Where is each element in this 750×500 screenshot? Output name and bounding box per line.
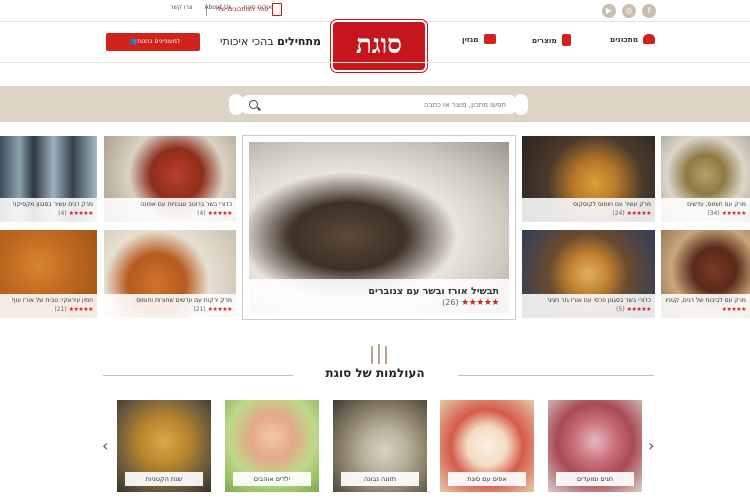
search-icon[interactable] [249, 100, 258, 109]
recipe-rating: ★★★★★ [665, 305, 747, 314]
recipe-card[interactable]: מרק עם לביבות של דגים, קטניות ★★★★★ [661, 230, 750, 318]
recipe-title: מרק דגים עשיר בסגנון מקסיקני [12, 201, 93, 208]
world-card-label: תזונה נבונה [341, 472, 419, 486]
recipe-caption: כדורי בשר בסגנון פרסי עם אורז גזר חגיגי … [522, 294, 655, 318]
book-icon[interactable] [272, 3, 282, 16]
rating-stars: ★★★★★ [207, 210, 233, 217]
rating-count: (21) [54, 306, 67, 313]
store-button-label: למעוניינים בחנות [137, 38, 181, 45]
recipe-caption: כדורי בשר ברוטב עגבניות עם אפונה ★★★★★ (… [104, 198, 236, 222]
rating-stars: ★★★★★ [68, 306, 94, 313]
search-input[interactable] [240, 95, 518, 114]
rating-stars: ★★★★★ [68, 210, 94, 217]
rating-stars: ★★★★★ [721, 306, 747, 313]
world-card-label: שנת הקטניות [125, 472, 203, 486]
store-interest-button[interactable]: 👥למעוניינים בחנות [106, 33, 200, 51]
rating-count: (34) [707, 210, 720, 217]
world-card-label: חגים ומועדים [556, 472, 634, 486]
sugat-logo[interactable]: סוגת [331, 20, 427, 72]
rating-stars: ★★★★★ [207, 306, 233, 313]
recipe-rating: ★★★★★ (24) [526, 209, 651, 218]
rating-count: (24) [612, 210, 625, 217]
nav-products-label: מוצרים [532, 35, 557, 45]
rating-stars: ★★★★★ [626, 210, 652, 217]
recipe-caption: מרק דגים עשיר בסגנון מקסיקני ★★★★★ (4) [0, 198, 97, 222]
recipe-title: חמין עיראקי: טבית של אורז עוף [11, 297, 93, 304]
world-card[interactable]: שנת הקטניות [117, 400, 211, 492]
instagram-icon[interactable]: ◎ [622, 4, 636, 18]
facebook-icon[interactable]: f [642, 4, 656, 18]
recipe-card[interactable]: כדורי בשר בסגנון פרסי עם אורז גזר חגיגי … [522, 230, 655, 318]
world-card[interactable]: ילדים אוהבים [225, 400, 319, 492]
rating-count: (26) [442, 298, 459, 307]
tagline: מתחילים בהכי איכותי [220, 35, 321, 48]
recipe-title: מרק ירקות עם עדשים שחורות וחומוס [136, 297, 232, 304]
my-recipe-book-link[interactable]: ספר המתכונים שלי [216, 5, 268, 13]
recipe-card[interactable]: מרק עשיר עם חומוס לקוסקוס ★★★★★ (24) [522, 136, 655, 222]
tagline-bold: מתחילים [277, 35, 321, 48]
recipe-rating: ★★★★★ (34) [665, 209, 746, 218]
recipe-card[interactable]: מרק עם חומוס, עדשים ★★★★★ (34) [661, 136, 750, 222]
rating-count: (5) [616, 306, 625, 313]
top-link-contact[interactable]: צרו קשר [170, 4, 192, 11]
featured-recipe-caption: תבשיל אורז ובשר עם צנוברים ★★★★★ (26) [249, 279, 509, 313]
nav-recipes-label: מתכונים [610, 34, 639, 44]
rating-stars: ★★★★★ [461, 298, 499, 308]
pot-icon [643, 34, 656, 44]
nav-recipes[interactable]: מתכונים [610, 34, 656, 44]
recipe-card[interactable]: מרק דגים עשיר בסגנון מקסיקני ★★★★★ (4) [0, 136, 97, 222]
worlds-section-title: העולמות של סוגת [325, 366, 425, 380]
recipe-caption: מרק עשיר עם חומוס לקוסקוס ★★★★★ (24) [522, 198, 655, 222]
recipe-caption: מרק עם לביבות של דגים, קטניות ★★★★★ [661, 294, 750, 318]
rating-count: (21) [193, 306, 206, 313]
recipe-title: כדורי בשר ברוטב עגבניות עם אפונה [140, 201, 232, 208]
world-card-label: ילדים אוהבים [233, 472, 311, 486]
nav-products[interactable]: מוצרים [532, 34, 571, 46]
youtube-icon[interactable]: ▶ [602, 4, 616, 18]
recipe-rating: ★★★★★ (21) [108, 305, 232, 314]
section-line-left [103, 375, 293, 376]
recipe-card[interactable]: חמין עיראקי: טבית של אורז עוף ★★★★★ (21) [0, 230, 97, 318]
carousel-prev-arrow[interactable]: ‹ [102, 438, 108, 454]
featured-recipe-card[interactable]: תבשיל אורז ובשר עם צנוברים ★★★★★ (26) [243, 136, 515, 319]
top-divider [206, 4, 207, 16]
tagline-rest: בהכי איכותי [220, 35, 278, 48]
rating-count: (4) [197, 210, 206, 217]
recipe-rating: ★★★★★ (21) [4, 305, 93, 314]
carousel-next-arrow[interactable]: › [648, 438, 654, 454]
rating-count: (4) [58, 210, 67, 217]
world-card[interactable]: חגים ומועדים [548, 400, 642, 492]
featured-recipe-rating: ★★★★★ (26) [259, 298, 499, 308]
world-card-label: אפים עם סוגת [448, 472, 526, 486]
recipe-title: כדורי בשר בסגנון פרסי עם אורז גזר חגיגי [547, 297, 651, 304]
header-divider-line [0, 62, 750, 63]
section-line-right [458, 375, 654, 376]
recipe-title: מרק עם לביבות של דגים, קטניות [665, 297, 746, 304]
products-icon [561, 34, 571, 46]
nav-magazine-label: מגזין [462, 34, 479, 44]
recipe-rating: ★★★★★ (4) [108, 209, 232, 218]
nav-magazine[interactable]: מגזין [462, 34, 496, 44]
rating-stars: ★★★★★ [626, 306, 652, 313]
recipe-card[interactable]: כדורי בשר ברוטב עגבניות עם אפונה ★★★★★ (… [104, 136, 236, 222]
recipe-title: מרק עם חומוס, עדשים [687, 201, 746, 208]
recipe-rating: ★★★★★ (5) [526, 305, 651, 314]
recipe-rating: ★★★★★ (4) [4, 209, 93, 218]
magazine-icon [483, 34, 496, 44]
recipe-title: מרק עשיר עם חומוס לקוסקוס [573, 201, 651, 208]
recipe-caption: מרק עם חומוס, עדשים ★★★★★ (34) [661, 198, 750, 222]
recipe-caption: מרק ירקות עם עדשים שחורות וחומוס ★★★★★ (… [104, 294, 236, 318]
utensils-icon [368, 344, 390, 364]
recipe-caption: חמין עיראקי: טבית של אורז עוף ★★★★★ (21) [0, 294, 97, 318]
world-card[interactable]: אפים עם סוגת [440, 400, 534, 492]
featured-recipe-title: תבשיל אורז ובשר עם צנוברים [368, 286, 499, 297]
world-card[interactable]: תזונה נבונה [333, 400, 427, 492]
top-utility-bar: ▶ ◎ f אודות סוגת About Us צרו קשר ספר המ… [0, 0, 750, 22]
recipe-card[interactable]: מרק ירקות עם עדשים שחורות וחומוס ★★★★★ (… [104, 230, 236, 318]
rating-stars: ★★★★★ [721, 210, 747, 217]
